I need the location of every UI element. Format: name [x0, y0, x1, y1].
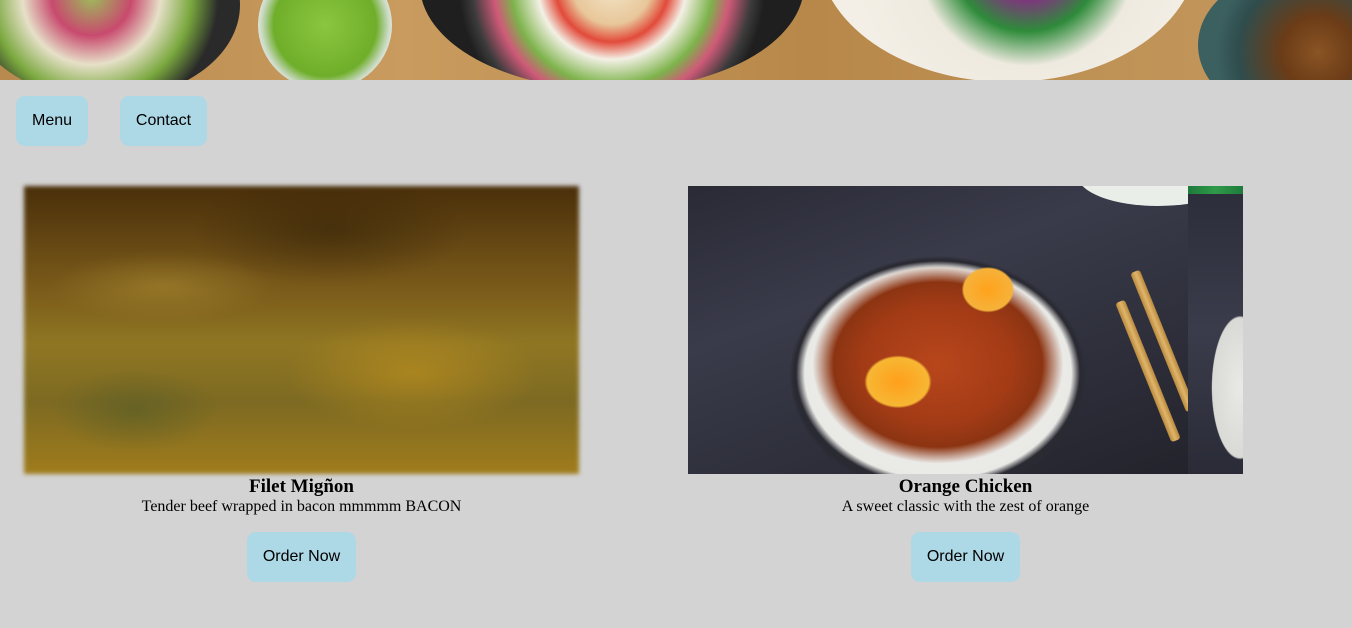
falafel-bowl-image [1198, 0, 1352, 80]
product-card: Orange Chicken A sweet classic with the … [688, 186, 1243, 582]
orange-chicken-image [688, 186, 1238, 474]
product-title: Orange Chicken [898, 476, 1033, 497]
garnish-leaf-image [1188, 186, 1243, 194]
guacamole-bowl-image [258, 0, 392, 80]
product-title: Filet Migñon [248, 476, 355, 497]
order-now-button[interactable]: Order Now [247, 532, 356, 582]
product-card: Filet Migñon Tender beef wrapped in baco… [24, 186, 579, 582]
contact-button[interactable]: Contact [120, 96, 207, 146]
menu-button[interactable]: Menu [16, 96, 88, 146]
page: Menu Contact Filet Migñon Tender beef wr… [0, 0, 1352, 628]
filet-mignon-photo [24, 186, 579, 474]
order-now-button[interactable]: Order Now [911, 532, 1020, 582]
product-description: A sweet classic with the zest of orange [841, 498, 1090, 515]
product-description: Tender beef wrapped in bacon mmmmm BACON [141, 498, 462, 515]
potato-salad-bowl-image [420, 0, 804, 80]
salad-bowl-image [0, 0, 240, 80]
header-banner-image [0, 0, 1352, 80]
orange-chicken-image-overflow [1188, 186, 1243, 474]
orange-chicken-photo [688, 186, 1243, 474]
cabbage-salad-plate-image [818, 0, 1198, 80]
